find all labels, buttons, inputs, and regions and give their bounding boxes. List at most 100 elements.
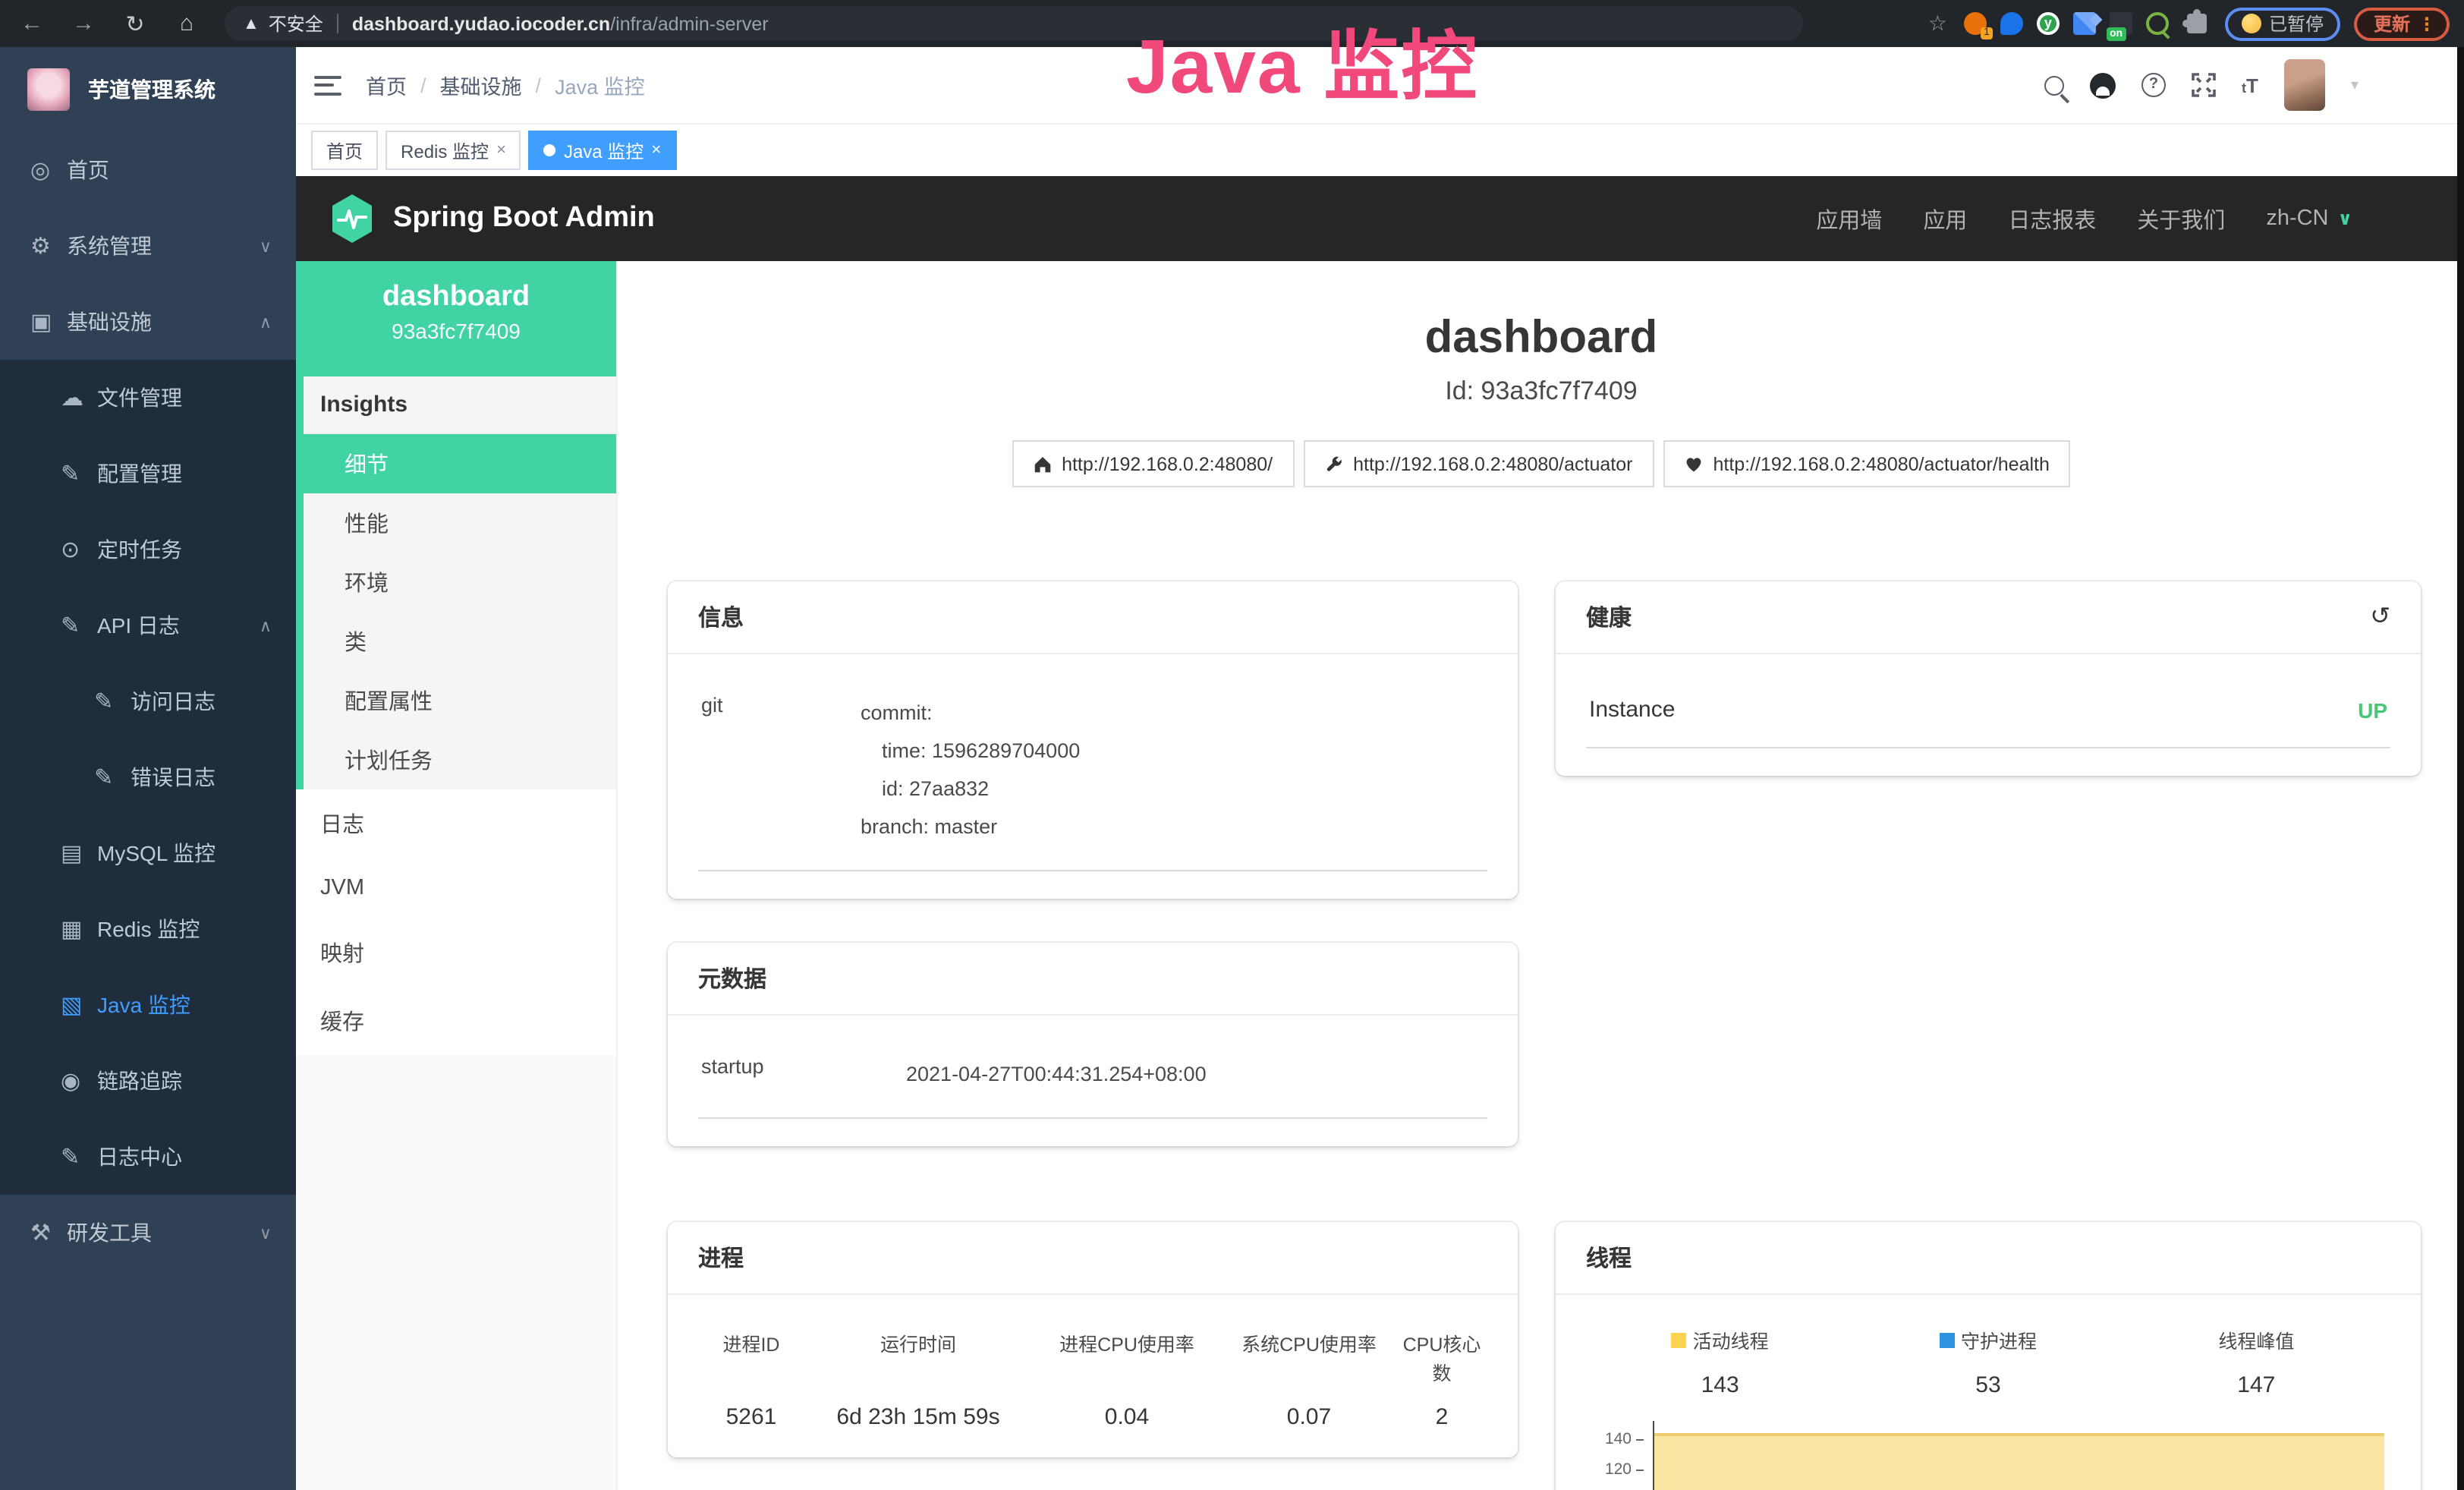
sba-menu-scheduled-tasks[interactable]: 计划任务: [304, 730, 616, 789]
spring-boot-admin-logo[interactable]: [329, 193, 375, 244]
sidebar-item-infra[interactable]: ▣ 基础设施 ∧: [0, 284, 296, 360]
sba-nav-journal[interactable]: 日志报表: [2008, 203, 2096, 235]
sidebar-item-file[interactable]: ☁ 文件管理: [0, 360, 296, 436]
extension-icon-magnifier[interactable]: [2146, 12, 2169, 35]
profile-paused-chip[interactable]: 已暂停: [2225, 7, 2340, 40]
close-icon[interactable]: ×: [496, 141, 506, 159]
hamburger-icon[interactable]: [314, 75, 341, 95]
url-path: /infra/admin-server: [610, 13, 768, 34]
metadata-startup-value: 2021-04-27T00:44:31.254+08:00: [906, 1055, 1207, 1093]
extension-icon-orange[interactable]: 1: [1964, 12, 1987, 35]
sidebar-item-dev-tools[interactable]: ⚒ 研发工具 ∨: [0, 1195, 296, 1271]
threads-values: 143 53 147: [1586, 1372, 2390, 1398]
sba-menu-logs[interactable]: 日志: [296, 789, 616, 858]
app-title: 芋道管理系统: [88, 74, 216, 105]
not-secure-label[interactable]: 不安全: [269, 11, 323, 36]
process-header-pid: 进程ID: [698, 1328, 804, 1386]
database-icon: ▤: [61, 840, 97, 867]
search-icon[interactable]: [2044, 75, 2064, 95]
sidebar-item-redis[interactable]: ▦ Redis 监控: [0, 891, 296, 967]
sba-nav-about[interactable]: 关于我们: [2137, 203, 2225, 235]
breadcrumb-separator: /: [420, 74, 426, 96]
sidebar-item-mysql[interactable]: ▤ MySQL 监控: [0, 815, 296, 891]
sba-menu-performance[interactable]: 性能: [304, 493, 616, 553]
sba-sidebar: dashboard 93a3fc7f7409 Insights 细节 性能 环境…: [296, 261, 618, 1490]
font-size-icon[interactable]: tT: [2242, 74, 2258, 96]
extension-icon-grid[interactable]: [2073, 12, 2096, 35]
sba-instance-block[interactable]: dashboard 93a3fc7f7409: [296, 261, 616, 376]
breadcrumb-infra[interactable]: 基础设施: [440, 70, 522, 100]
sba-menu-classes[interactable]: 类: [304, 612, 616, 671]
page-scrollbar[interactable]: [2457, 47, 2464, 1490]
bookmark-star-icon[interactable]: ☆: [1928, 11, 1947, 36]
extension-badge: 1: [1981, 27, 1993, 39]
gear-icon: ⚙: [30, 232, 67, 260]
sidebar-item-log-center[interactable]: ✎ 日志中心: [0, 1119, 296, 1195]
app-logo-row[interactable]: 芋道管理系统: [0, 47, 296, 132]
sba-nav-applications[interactable]: 应用: [1923, 203, 1967, 235]
sidebar-item-job[interactable]: ⊙ 定时任务: [0, 512, 296, 587]
sidebar-item-home[interactable]: ◎ 首页: [0, 132, 296, 208]
chevron-up-icon: ∧: [260, 616, 272, 635]
breadcrumb-separator: /: [536, 74, 542, 96]
sidebar-item-error-log[interactable]: ✎ 错误日志: [0, 739, 296, 815]
infra-submenu: ☁ 文件管理 ✎ 配置管理 ⊙ 定时任务 ✎ API 日志 ∧ ✎: [0, 360, 296, 1195]
health-instance-row[interactable]: Instance UP: [1586, 676, 2390, 748]
sba-menu-config-props[interactable]: 配置属性: [304, 671, 616, 730]
sba-locale-select[interactable]: zh-CN ∨: [2266, 206, 2352, 231]
tab-redis-monitor[interactable]: Redis 监控×: [385, 131, 521, 170]
info-git-label: git: [701, 694, 861, 846]
sba-menu-caches[interactable]: 缓存: [296, 987, 616, 1055]
reload-icon[interactable]: ↻: [115, 10, 155, 37]
endpoint-home-button[interactable]: http://192.168.0.2:48080/: [1012, 440, 1294, 487]
breadcrumb-home[interactable]: 首页: [366, 70, 407, 100]
endpoint-actuator-button[interactable]: http://192.168.0.2:48080/actuator: [1303, 440, 1654, 487]
sba-nav-wallboard[interactable]: 应用墙: [1816, 203, 1882, 235]
address-bar[interactable]: ▲ 不安全 dashboard.yudao.iocoder.cn/infra/a…: [225, 6, 1803, 41]
threads-legend: 活动线程 守护进程 线程峰值: [1586, 1325, 2390, 1354]
screen: ← → ↻ ⌂ ▲ 不安全 dashboard.yudao.iocoder.cn…: [0, 0, 2464, 1490]
fullscreen-icon[interactable]: [2192, 73, 2216, 97]
sidebar-item-java[interactable]: ▧ Java 监控: [0, 967, 296, 1043]
sba-menu-mappings[interactable]: 映射: [296, 918, 616, 987]
heartbeat-icon: [1684, 455, 1702, 473]
sidebar-item-access-log[interactable]: ✎ 访问日志: [0, 663, 296, 739]
extension-icon-pin[interactable]: [2000, 12, 2023, 35]
sidebar-item-trace[interactable]: ◉ 链路追踪: [0, 1043, 296, 1119]
forward-icon[interactable]: →: [64, 11, 103, 36]
page-title: dashboard: [618, 313, 2464, 364]
live-threads-area: [1654, 1433, 2384, 1490]
metadata-startup-row: startup 2021-04-27T00:44:31.254+08:00: [698, 1037, 1487, 1119]
sidebar-item-system[interactable]: ⚙ 系统管理 ∨: [0, 208, 296, 284]
peak-threads-value: 147: [2123, 1372, 2390, 1398]
omnibox-divider: [337, 14, 338, 33]
home-icon[interactable]: ⌂: [167, 11, 206, 36]
help-icon[interactable]: ?: [2141, 73, 2166, 97]
sba-brand-title[interactable]: Spring Boot Admin: [393, 202, 655, 235]
process-table: 进程ID 运行时间 进程CPU使用率 系统CPU使用率 CPU核心数 5261 …: [698, 1328, 1487, 1430]
chrome-update-button[interactable]: 更新 ⋮: [2354, 7, 2450, 40]
update-label: 更新: [2374, 11, 2410, 36]
tab-home[interactable]: 首页: [311, 131, 378, 170]
close-icon[interactable]: ×: [651, 141, 661, 159]
caret-down-icon[interactable]: ▾: [2351, 77, 2359, 93]
chevron-down-icon: ∨: [2338, 208, 2353, 229]
sba-menu-environment[interactable]: 环境: [304, 553, 616, 612]
sba-menu-jvm[interactable]: JVM: [296, 858, 616, 918]
extension-icon-green-y[interactable]: y: [2037, 12, 2060, 35]
extensions-puzzle-icon[interactable]: [2187, 14, 2207, 33]
github-icon[interactable]: [2090, 72, 2116, 98]
sidebar-item-config[interactable]: ✎ 配置管理: [0, 436, 296, 512]
sba-menu-details[interactable]: 细节: [296, 434, 616, 493]
tab-java-monitor[interactable]: Java 监控×: [529, 131, 676, 170]
breadcrumb-current: Java 监控: [555, 70, 645, 100]
history-icon[interactable]: ↺: [2370, 605, 2390, 629]
sidebar-item-api-log[interactable]: ✎ API 日志 ∧: [0, 587, 296, 663]
menu-dots-icon[interactable]: ⋮: [2418, 13, 2436, 34]
edit-icon: ✎: [61, 460, 97, 487]
back-icon[interactable]: ←: [12, 11, 52, 36]
extension-icon-switch[interactable]: on: [2110, 12, 2132, 35]
legend-live-threads: 活动线程: [1586, 1325, 1854, 1354]
endpoint-health-button[interactable]: http://192.168.0.2:48080/actuator/health: [1663, 440, 2070, 487]
avatar[interactable]: [2284, 59, 2325, 111]
